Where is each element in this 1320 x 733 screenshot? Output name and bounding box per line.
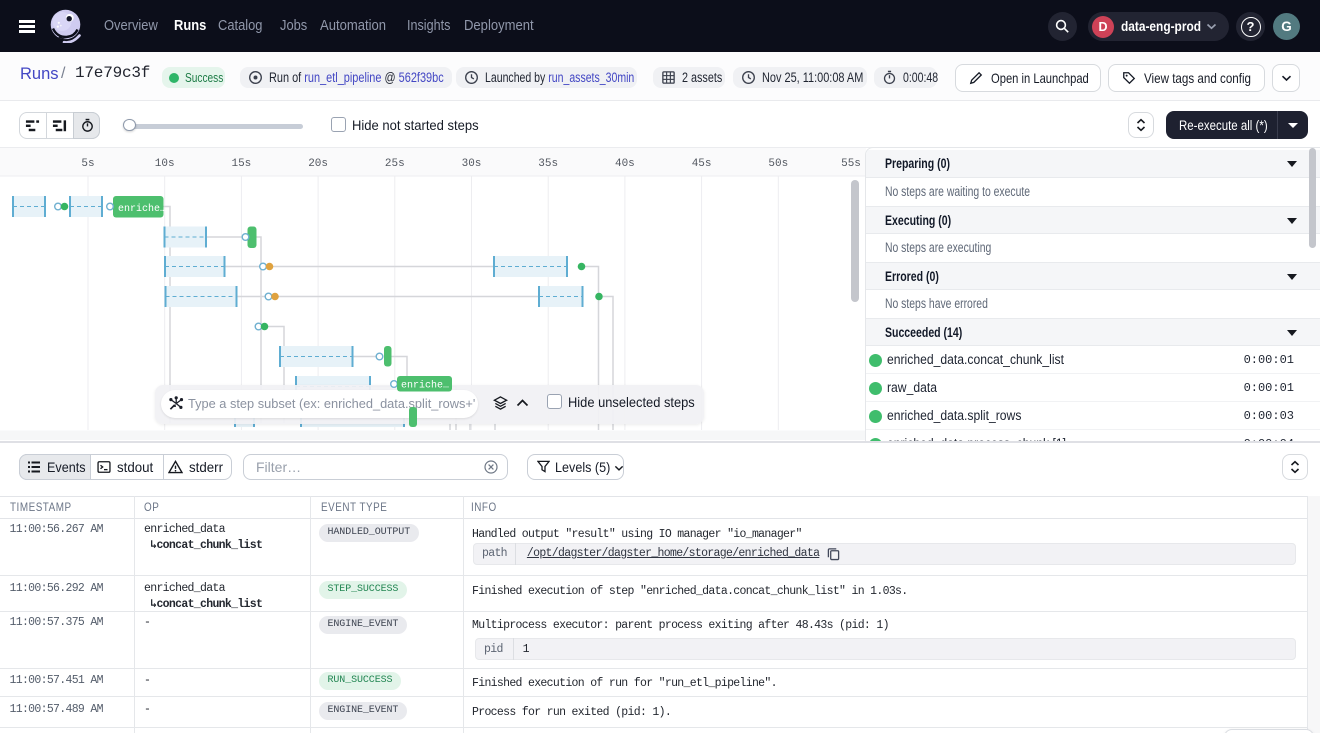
svg-text:15s: 15s [231, 158, 251, 170]
svg-text:enriche…: enriche… [118, 203, 166, 215]
svg-text:40s: 40s [615, 158, 635, 170]
svg-text:30s: 30s [462, 158, 482, 170]
svg-text:5s: 5s [81, 158, 94, 170]
svg-text:55s: 55s [841, 158, 861, 170]
svg-text:50s: 50s [768, 158, 788, 170]
svg-text:20s: 20s [308, 158, 328, 170]
svg-text:45s: 45s [692, 158, 712, 170]
svg-text:25s: 25s [385, 158, 405, 170]
svg-text:10s: 10s [155, 158, 175, 170]
svg-text:35s: 35s [538, 158, 558, 170]
svg-text:enriche…: enriche… [401, 380, 449, 392]
